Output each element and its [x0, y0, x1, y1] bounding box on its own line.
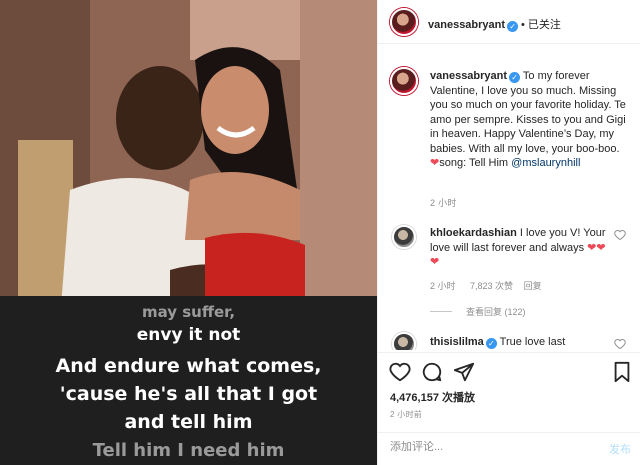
- comment-body: khloekardashian I love you V! Your love …: [430, 226, 610, 270]
- comment-like-heart-icon[interactable]: [614, 229, 626, 241]
- lyric-line-1: envy it not: [136, 325, 241, 345]
- reply-button[interactable]: 回复: [524, 281, 542, 291]
- comment-like-heart-icon[interactable]: [614, 338, 626, 350]
- lyric-partial-line: may suffer,: [141, 303, 236, 321]
- comment-text: True love last: [499, 336, 566, 348]
- lyric-line-4: and tell him: [124, 411, 253, 433]
- post-header: vanessabryant ✓ • 已关注: [378, 0, 640, 44]
- view-replies-label: 查看回复 (122): [466, 307, 526, 317]
- mention-link[interactable]: @mslaurynhill: [511, 157, 580, 169]
- follow-status-button[interactable]: 已关注: [528, 19, 561, 31]
- save-icon[interactable]: [611, 361, 633, 383]
- comment-meta: 2 小时 7,823 次赞 回复: [430, 279, 542, 292]
- caption-avatar[interactable]: [390, 67, 418, 95]
- post-comment-button[interactable]: 发布: [609, 441, 631, 457]
- header-username[interactable]: vanessabryant: [428, 19, 505, 31]
- add-comment-bar: 发布: [378, 432, 640, 465]
- separator-dot: •: [521, 19, 525, 31]
- comment-input[interactable]: [390, 441, 590, 453]
- view-replies-button[interactable]: 查看回复 (122): [430, 305, 526, 318]
- comments-list[interactable]: vanessabryant ✓ To my forever Valentine, …: [378, 45, 640, 350]
- comment-username[interactable]: khloekardashian: [430, 227, 517, 239]
- caption-body: vanessabryant ✓ To my forever Valentine, …: [430, 69, 630, 171]
- avatar[interactable]: [390, 8, 418, 36]
- photo-illustration: [0, 0, 377, 320]
- verified-badge-icon: ✓: [485, 338, 497, 349]
- post-video[interactable]: may suffer, envy it not And endure what …: [0, 0, 377, 465]
- comment-avatar[interactable]: [392, 225, 416, 249]
- share-icon[interactable]: [453, 361, 475, 383]
- comment-time: 2 小时: [430, 281, 456, 291]
- post-actions: 4,476,157 次播放 2 小时前: [378, 352, 640, 432]
- caption-text-1: To my forever Valentine, I love you so m…: [430, 70, 626, 155]
- verified-badge-icon: ✓: [509, 72, 521, 83]
- comment-body: thisislilma ✓ True love last: [430, 335, 610, 350]
- lyric-line-5: Tell him I need him: [92, 440, 285, 461]
- view-count[interactable]: 4,476,157 次播放: [390, 389, 475, 405]
- post-details-panel: vanessabryant ✓ • 已关注 vanessabryant ✓ To my …: [377, 0, 640, 465]
- post-timestamp: 2 小时前: [390, 410, 423, 419]
- video-frame-photo: [0, 0, 377, 320]
- header-user-line: vanessabryant ✓ • 已关注: [428, 15, 561, 33]
- caption-username[interactable]: vanessabryant: [430, 70, 507, 82]
- verified-badge-icon: ✓: [507, 21, 519, 32]
- heart-emoji-icon: ❤: [430, 157, 440, 169]
- caption-time: 2 小时: [430, 198, 457, 208]
- comment-likes[interactable]: 7,823 次赞: [470, 281, 513, 291]
- comment-username[interactable]: thisislilma: [430, 336, 484, 348]
- caption-text-2: song: Tell Him: [439, 157, 509, 169]
- lyric-line-3: 'cause he's all that I got: [59, 383, 318, 405]
- heart-icon[interactable]: [389, 361, 411, 383]
- view-replies-line: [430, 311, 452, 312]
- lyric-line-2: And endure what comes,: [55, 355, 322, 377]
- comment-icon[interactable]: [421, 361, 443, 383]
- comment-avatar[interactable]: [392, 332, 416, 350]
